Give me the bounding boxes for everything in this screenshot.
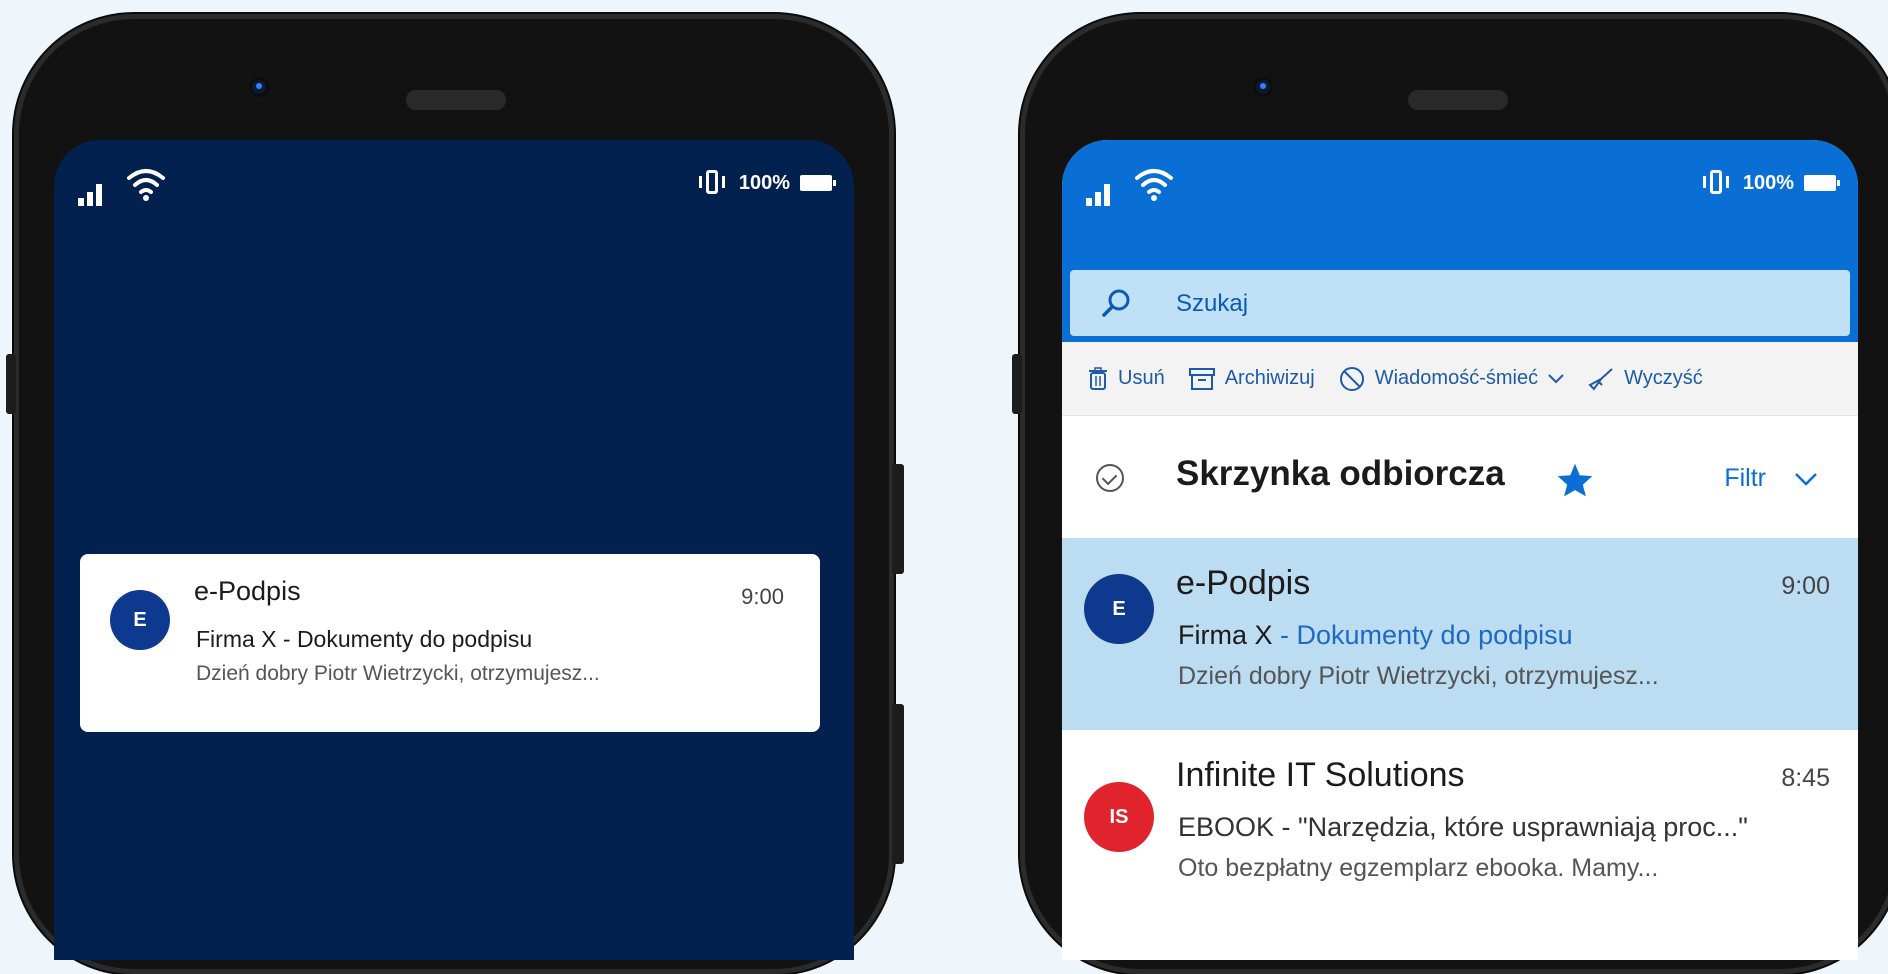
junk-button[interactable]: Wiadomość-śmieć [1339,366,1564,392]
email-subject: Firma X - Dokumenty do podpisu [1178,620,1573,651]
battery-icon [1804,175,1840,191]
email-subject-company: Firma X [1178,620,1273,650]
notification-sender: e-Podpis [194,576,301,606]
front-camera [1256,80,1270,94]
delete-button[interactable]: Usuń [1088,366,1165,391]
front-camera [252,80,266,94]
lockscreen: 100% E e-Podpis 9:00 Firma X - Dokumenty… [54,140,854,960]
email-preview: Oto bezpłatny egzemplarz ebooka. Mamy... [1178,854,1659,882]
email-preview: Dzień dobry Piotr Wietrzycki, otrzymujes… [1178,662,1659,690]
vibrate-icon [695,170,729,196]
earpiece-speaker [1408,90,1508,110]
archive-button[interactable]: Archiwizuj [1188,367,1315,390]
vibrate-icon [1699,170,1733,196]
avatar: E [1084,574,1154,644]
inbox-header: Skrzynka odbiorcza Filtr [1062,416,1858,538]
sweep-label: Wyczyść [1624,367,1703,389]
chevron-down-icon[interactable] [1794,472,1818,486]
email-subject: EBOOK - "Narzędzia, które usprawniają pr… [1178,812,1748,842]
status-bar: 100% [1062,140,1858,250]
wifi-icon [1135,169,1173,201]
email-subject-text: - Dokumenty do podpisu [1272,620,1573,650]
email-sender: Infinite IT Solutions [1176,756,1465,794]
filter-button[interactable]: Filtr [1724,464,1766,493]
search-icon [1102,289,1130,317]
delete-label: Usuń [1118,367,1165,389]
star-icon[interactable] [1556,462,1594,498]
trash-icon [1088,366,1108,391]
search-input[interactable]: Szukaj [1070,270,1850,336]
email-notification[interactable]: E e-Podpis 9:00 Firma X - Dokumenty do p… [80,554,820,732]
broom-icon [1588,367,1614,391]
avatar: IS [1084,782,1154,852]
phone-power-button [892,704,904,864]
archive-label: Archiwizuj [1224,367,1315,389]
status-bar: 100% [54,140,854,218]
phone-outlook: 100% Szukaj Usuń Archiwizuj Wiadomość-śm… [1012,14,1888,974]
phone-side-button [6,354,16,414]
battery-percent: 100% [738,171,790,194]
search-placeholder: Szukaj [1176,290,1249,317]
notification-time: 9:00 [741,584,784,609]
archive-icon [1188,367,1215,390]
signal-icon [1086,184,1113,206]
battery-percent: 100% [1742,171,1794,194]
chevron-down-icon [1548,373,1564,384]
notification-subject: Firma X - Dokumenty do podpisu [196,626,533,652]
junk-label: Wiadomość-śmieć [1374,367,1539,389]
email-time: 9:00 [1781,572,1830,600]
action-toolbar: Usuń Archiwizuj Wiadomość-śmieć Wyczyść [1062,342,1858,416]
earpiece-speaker [406,90,506,110]
inbox-title[interactable]: Skrzynka odbiorcza [1176,454,1505,494]
email-list-item[interactable]: IS Infinite IT Solutions 8:45 EBOOK - "N… [1062,730,1858,922]
block-icon [1339,366,1365,392]
phone-side-button [1012,354,1022,414]
phone-volume-button [892,464,904,574]
email-time: 8:45 [1781,764,1830,792]
phone-lockscreen: 100% E e-Podpis 9:00 Firma X - Dokumenty… [6,14,904,974]
wifi-icon [127,169,165,201]
outlook-screen: 100% Szukaj Usuń Archiwizuj Wiadomość-śm… [1062,140,1858,960]
signal-icon [78,184,105,206]
email-list-item[interactable]: E e-Podpis 9:00 Firma X - Dokumenty do p… [1062,538,1858,730]
battery-icon [800,175,836,191]
sweep-button[interactable]: Wyczyść [1588,367,1703,391]
select-all-icon[interactable] [1096,464,1124,492]
email-sender: e-Podpis [1176,564,1311,602]
avatar: E [110,590,170,650]
notification-preview: Dzień dobry Piotr Wietrzycki, otrzymujes… [196,662,600,685]
